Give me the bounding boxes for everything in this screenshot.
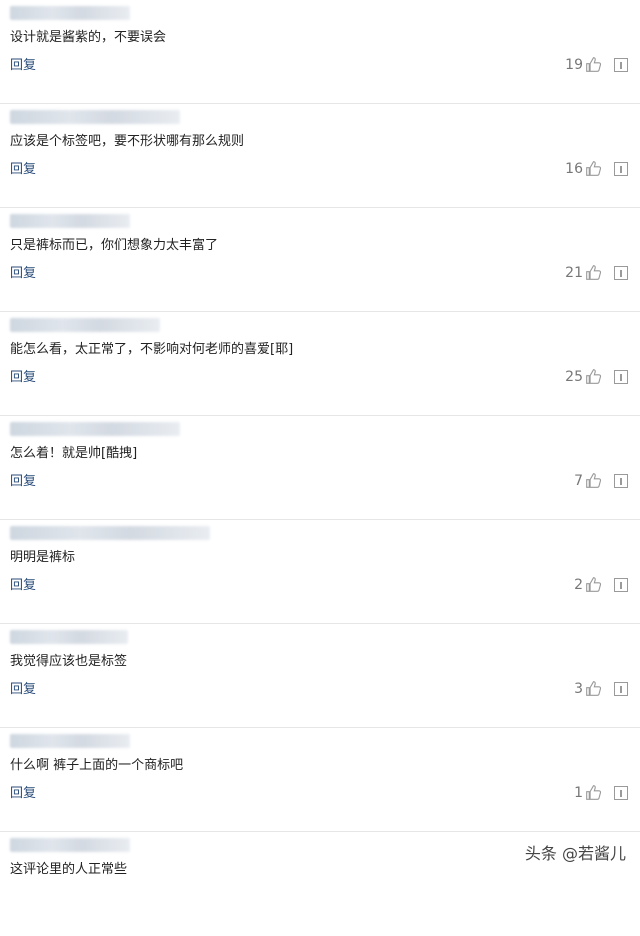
thumbs-up-icon [586,57,602,72]
comment-text: 怎么着！就是帅[酷拽] [10,446,138,461]
thumbs-up-icon [586,785,602,800]
username-blurred[interactable] [10,526,210,540]
comment-item: 我觉得应该也是标签 回复 3 [0,624,640,728]
username-blurred[interactable] [10,630,128,644]
reply-link[interactable]: 回复 [10,58,36,74]
like-count: 25 [565,368,583,385]
comment-item: 只是裤标而已，你们想象力太丰富了 回复 21 [0,208,640,312]
reply-link[interactable]: 回复 [10,786,36,802]
report-icon[interactable] [614,474,628,488]
comment-text: 能怎么看，太正常了，不影响对何老师的喜爱[耶] [10,342,294,357]
comment-text: 应该是个标签吧，要不形状哪有那么规则 [10,134,245,149]
thumbs-up-icon [586,369,602,384]
report-icon[interactable] [614,578,628,592]
reply-link[interactable]: 回复 [10,266,36,282]
like-button[interactable]: 3 [574,680,602,697]
comment-item: 设计就是酱紫的，不要误会 回复 19 [0,0,640,104]
report-icon[interactable] [614,786,628,800]
like-count: 2 [574,576,583,593]
username-blurred[interactable] [10,214,130,228]
like-count: 16 [565,160,583,177]
comment-text: 明明是裤标 [10,550,76,565]
comment-item: 怎么着！就是帅[酷拽] 回复 7 [0,416,640,520]
like-button[interactable]: 21 [565,264,602,281]
username-blurred[interactable] [10,110,180,124]
username-blurred[interactable] [10,734,130,748]
like-count: 1 [574,784,583,801]
thumbs-up-icon [586,265,602,280]
comment-list: 设计就是酱紫的，不要误会 回复 19 应该是个标签吧，要不形状哪有那么规则 回复… [0,0,640,936]
like-button[interactable]: 16 [565,160,602,177]
username-blurred[interactable] [10,6,130,20]
comment-item: 能怎么看，太正常了，不影响对何老师的喜爱[耶] 回复 25 [0,312,640,416]
thumbs-up-icon [586,161,602,176]
reply-link[interactable]: 回复 [10,370,36,386]
like-button[interactable]: 2 [574,576,602,593]
report-icon[interactable] [614,162,628,176]
like-button[interactable]: 25 [565,368,602,385]
comment-text: 只是裤标而已，你们想象力太丰富了 [10,238,219,253]
reply-link[interactable]: 回复 [10,682,36,698]
comment-text: 我觉得应该也是标签 [10,654,128,669]
comment-item: 明明是裤标 回复 2 [0,520,640,624]
reply-link[interactable]: 回复 [10,474,36,490]
comment-text: 什么啊 裤子上面的一个商标吧 [10,758,184,773]
like-button[interactable]: 1 [574,784,602,801]
report-icon[interactable] [614,682,628,696]
comment-text: 设计就是酱紫的，不要误会 [10,30,167,45]
username-blurred[interactable] [10,318,160,332]
thumbs-up-icon [586,681,602,696]
report-icon[interactable] [614,266,628,280]
like-count: 19 [565,56,583,73]
reply-link[interactable]: 回复 [10,162,36,178]
comment-item: 应该是个标签吧，要不形状哪有那么规则 回复 16 [0,104,640,208]
thumbs-up-icon [586,577,602,592]
like-count: 21 [565,264,583,281]
watermark: 头条 @若酱儿 [524,844,626,863]
thumbs-up-icon [586,473,602,488]
report-icon[interactable] [614,370,628,384]
reply-link[interactable]: 回复 [10,578,36,594]
like-button[interactable]: 19 [565,56,602,73]
username-blurred[interactable] [10,838,130,852]
username-blurred[interactable] [10,422,180,436]
like-count: 3 [574,680,583,697]
comment-item: 什么啊 裤子上面的一个商标吧 回复 1 [0,728,640,832]
like-count: 7 [574,472,583,489]
report-icon[interactable] [614,58,628,72]
like-button[interactable]: 7 [574,472,602,489]
